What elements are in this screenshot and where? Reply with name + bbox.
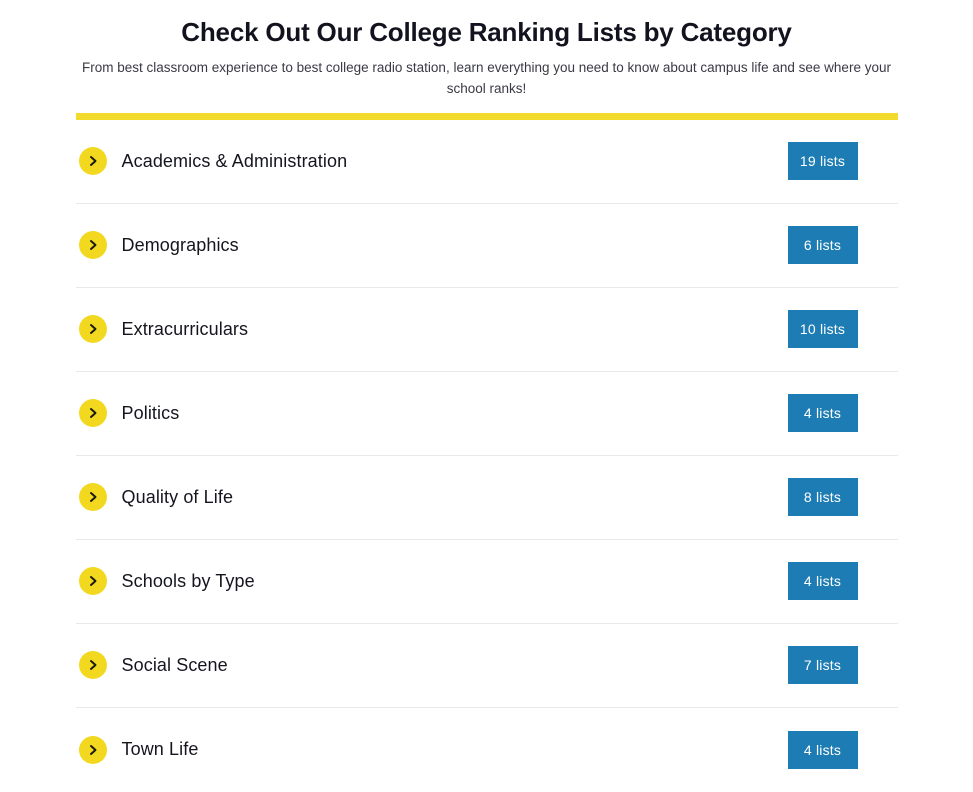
category-row-quality-of-life[interactable]: Quality of Life 8 lists [75, 456, 898, 540]
category-label: Academics & Administration [121, 150, 348, 171]
category-row-extracurriculars[interactable]: Extracurriculars 10 lists [75, 288, 898, 372]
list-count-badge[interactable]: 6 lists [787, 226, 858, 265]
chevron-right-icon[interactable] [78, 483, 107, 512]
chevron-right-icon[interactable] [78, 147, 107, 176]
chevron-right-icon[interactable] [78, 567, 107, 596]
category-label: Quality of Life [121, 486, 234, 507]
page-subtitle: From best classroom experience to best c… [82, 59, 891, 96]
list-count-badge[interactable]: 4 lists [787, 562, 858, 601]
category-list: Academics & Administration 19 lists Demo… [75, 120, 898, 792]
category-label: Extracurriculars [121, 318, 249, 339]
category-row-social-scene[interactable]: Social Scene 7 lists [75, 624, 898, 708]
accent-divider-bar [75, 112, 898, 120]
list-count-badge[interactable]: 8 lists [787, 478, 858, 517]
category-row-schools-by-type[interactable]: Schools by Type 4 lists [75, 540, 898, 624]
page-title: Check Out Our College Ranking Lists by C… [181, 17, 792, 47]
category-label: Schools by Type [121, 570, 255, 591]
list-count-badge[interactable]: 7 lists [787, 646, 858, 685]
category-label: Politics [121, 402, 180, 423]
category-row-demographics[interactable]: Demographics 6 lists [75, 204, 898, 288]
chevron-right-icon[interactable] [78, 735, 107, 764]
chevron-right-icon[interactable] [78, 315, 107, 344]
category-label: Demographics [121, 234, 239, 255]
chevron-right-icon[interactable] [78, 231, 107, 260]
page-root: Check Out Our College Ranking Lists by C… [0, 0, 973, 789]
category-label: Social Scene [121, 654, 228, 675]
list-count-badge[interactable]: 4 lists [787, 394, 858, 433]
chevron-right-icon[interactable] [78, 399, 107, 428]
category-label: Town Life [121, 739, 199, 760]
page-header: Check Out Our College Ranking Lists by C… [0, 0, 973, 120]
chevron-right-icon[interactable] [78, 651, 107, 680]
list-count-badge[interactable]: 4 lists [787, 730, 858, 769]
list-count-badge[interactable]: 10 lists [787, 310, 858, 349]
list-count-badge[interactable]: 19 lists [787, 142, 858, 181]
category-row-town-life[interactable]: Town Life 4 lists [76, 708, 898, 792]
category-row-academics-administration[interactable]: Academics & Administration 19 lists [75, 120, 898, 204]
category-row-politics[interactable]: Politics 4 lists [75, 372, 898, 456]
